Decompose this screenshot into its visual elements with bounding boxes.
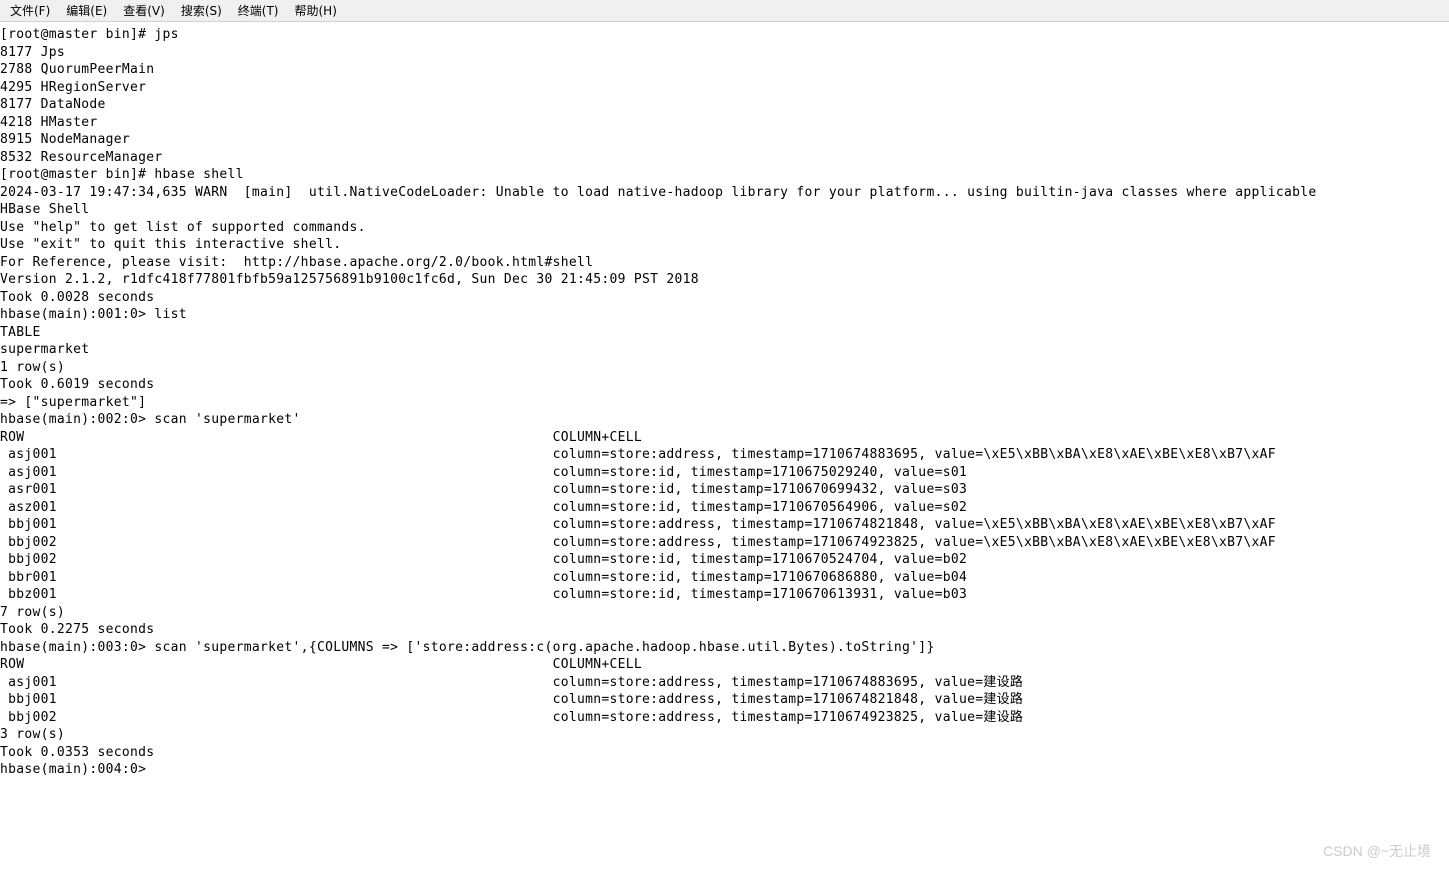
terminal-line: asr001 column=store:id, timestamp=171067… <box>0 481 1449 499</box>
terminal-line: asj001 column=store:address, timestamp=1… <box>0 674 1449 692</box>
terminal-line: ROW COLUMN+CELL <box>0 429 1449 447</box>
menu-file[interactable]: 文件(F) <box>4 1 56 20</box>
menu-terminal[interactable]: 终端(T) <box>232 1 285 20</box>
terminal-line: supermarket <box>0 341 1449 359</box>
terminal-line: 4295 HRegionServer <box>0 79 1449 97</box>
terminal-line: bbr001 column=store:id, timestamp=171067… <box>0 569 1449 587</box>
terminal-line: Version 2.1.2, r1dfc418f77801fbfb59a1257… <box>0 271 1449 289</box>
terminal-line: bbj002 column=store:id, timestamp=171067… <box>0 551 1449 569</box>
terminal-line: asj001 column=store:address, timestamp=1… <box>0 446 1449 464</box>
terminal-line: bbj001 column=store:address, timestamp=1… <box>0 691 1449 709</box>
watermark: CSDN @~无止境 <box>1323 841 1431 861</box>
terminal-line: 7 row(s) <box>0 604 1449 622</box>
terminal-line: For Reference, please visit: http://hbas… <box>0 254 1449 272</box>
terminal-line: 8532 ResourceManager <box>0 149 1449 167</box>
terminal-line: HBase Shell <box>0 201 1449 219</box>
terminal-line: => ["supermarket"] <box>0 394 1449 412</box>
terminal-line: asj001 column=store:id, timestamp=171067… <box>0 464 1449 482</box>
terminal-line: Took 0.2275 seconds <box>0 621 1449 639</box>
terminal-line: bbj001 column=store:address, timestamp=1… <box>0 516 1449 534</box>
terminal-line: 8177 Jps <box>0 44 1449 62</box>
terminal-line: Use "exit" to quit this interactive shel… <box>0 236 1449 254</box>
terminal-line: 2024-03-17 19:47:34,635 WARN [main] util… <box>0 184 1449 202</box>
terminal-line: [root@master bin]# hbase shell <box>0 166 1449 184</box>
terminal-line: hbase(main):002:0> scan 'supermarket' <box>0 411 1449 429</box>
terminal-line: 3 row(s) <box>0 726 1449 744</box>
terminal-line: 8915 NodeManager <box>0 131 1449 149</box>
terminal-line: Use "help" to get list of supported comm… <box>0 219 1449 237</box>
terminal-output[interactable]: [root@master bin]# jps8177 Jps2788 Quoru… <box>0 22 1449 779</box>
terminal-line: bbj002 column=store:address, timestamp=1… <box>0 534 1449 552</box>
terminal-line: bbj002 column=store:address, timestamp=1… <box>0 709 1449 727</box>
terminal-line: Took 0.0353 seconds <box>0 744 1449 762</box>
terminal-line: 1 row(s) <box>0 359 1449 377</box>
terminal-line: 2788 QuorumPeerMain <box>0 61 1449 79</box>
terminal-line: hbase(main):004:0> <box>0 761 1449 779</box>
terminal-line: 8177 DataNode <box>0 96 1449 114</box>
terminal-line: ROW COLUMN+CELL <box>0 656 1449 674</box>
menubar: 文件(F) 编辑(E) 查看(V) 搜索(S) 终端(T) 帮助(H) <box>0 0 1449 22</box>
terminal-line: [root@master bin]# jps <box>0 26 1449 44</box>
menu-view[interactable]: 查看(V) <box>117 1 171 20</box>
menu-help[interactable]: 帮助(H) <box>289 1 343 20</box>
terminal-line: Took 0.6019 seconds <box>0 376 1449 394</box>
terminal-line: hbase(main):001:0> list <box>0 306 1449 324</box>
menu-search[interactable]: 搜索(S) <box>175 1 228 20</box>
terminal-line: TABLE <box>0 324 1449 342</box>
terminal-line: bbz001 column=store:id, timestamp=171067… <box>0 586 1449 604</box>
terminal-line: Took 0.0028 seconds <box>0 289 1449 307</box>
terminal-line: asz001 column=store:id, timestamp=171067… <box>0 499 1449 517</box>
menu-edit[interactable]: 编辑(E) <box>60 1 113 20</box>
terminal-line: 4218 HMaster <box>0 114 1449 132</box>
terminal-line: hbase(main):003:0> scan 'supermarket',{C… <box>0 639 1449 657</box>
